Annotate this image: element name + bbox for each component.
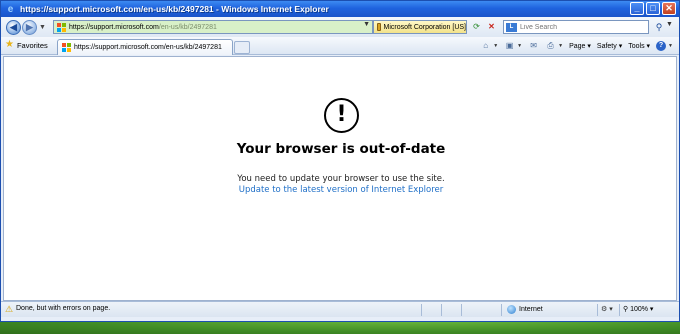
warning-icon[interactable]: ⚠ — [5, 305, 14, 314]
security-zone[interactable]: Internet — [507, 305, 543, 314]
zoom-level[interactable]: ⚲ 100% ▾ — [623, 305, 653, 313]
navigation-bar: ◀ ▶ ▼ https://support.microsoft.com/en-u… — [1, 17, 679, 37]
back-arrow-icon: ◀ — [10, 21, 17, 32]
recent-pages-dropdown[interactable]: ▼ — [39, 24, 46, 31]
search-input[interactable] — [520, 23, 640, 31]
certificate-label: Microsoft Corporation [US] — [383, 23, 466, 31]
favorites-button[interactable]: ★ Favorites — [5, 40, 48, 50]
back-button[interactable]: ◀ — [6, 19, 21, 35]
window-title: https://support.microsoft.com/en-us/kb/2… — [20, 4, 329, 14]
page-heading: Your browser is out-of-date — [236, 141, 446, 157]
command-bar: ★ Favorites https://support.microsoft.co… — [1, 37, 679, 55]
magnifier-icon: ⚲ — [655, 22, 663, 32]
window-controls: _ □ ✕ — [630, 2, 676, 15]
safety-menu[interactable]: Safety ▾ — [597, 42, 622, 50]
stop-button[interactable]: ✕ — [485, 21, 498, 33]
close-button[interactable]: ✕ — [662, 2, 676, 15]
security-report-button[interactable]: Microsoft Corporation [US] — [373, 20, 467, 34]
browser-window: e https://support.microsoft.com/en-us/kb… — [0, 0, 680, 322]
status-bar: ⚠ Done, but with errors on page. Interne… — [1, 301, 679, 317]
home-dropdown[interactable]: ▼ — [493, 43, 498, 49]
new-tab-button[interactable] — [234, 41, 250, 54]
windows-flag-icon — [57, 22, 66, 32]
minimize-button[interactable]: _ — [630, 2, 644, 15]
update-ie-link[interactable]: Update to the latest version of Internet… — [4, 185, 678, 195]
tools-menu[interactable]: Tools ▾ — [628, 42, 650, 50]
stop-icon: ✕ — [488, 22, 495, 31]
tab-label: https://support.microsoft.com/en-us/kb/2… — [74, 44, 222, 51]
status-divider — [501, 304, 502, 316]
favorites-star-icon: ★ — [5, 39, 14, 50]
windows-flag-icon — [62, 43, 71, 52]
status-divider — [421, 304, 422, 316]
title-bar: e https://support.microsoft.com/en-us/kb… — [1, 1, 679, 17]
help-dropdown[interactable]: ▼ — [668, 43, 673, 49]
favorites-label: Favorites — [16, 40, 48, 50]
globe-icon — [507, 305, 516, 314]
mail-icon[interactable]: ✉ — [528, 40, 539, 51]
maximize-button[interactable]: □ — [646, 2, 660, 15]
refresh-icon: ⟳ — [473, 22, 480, 31]
forward-arrow-icon: ▶ — [26, 21, 33, 32]
address-url[interactable]: https://support.microsoft.com/en-us/kb/2… — [69, 24, 217, 31]
padlock-icon — [377, 23, 381, 31]
help-icon[interactable]: ? — [656, 40, 667, 51]
address-bar[interactable]: https://support.microsoft.com/en-us/kb/2… — [53, 20, 373, 34]
ie-logo-icon: e — [7, 3, 14, 15]
search-options-dropdown[interactable]: ▼ — [666, 21, 673, 28]
zone-label: Internet — [519, 306, 543, 313]
search-button[interactable]: ⚲ — [652, 20, 666, 34]
refresh-button[interactable]: ⟳ — [470, 21, 483, 33]
status-text[interactable]: Done, but with errors on page. — [16, 305, 110, 312]
page-menu[interactable]: Page ▾ — [569, 42, 591, 50]
feeds-icon[interactable]: ▣ — [504, 40, 515, 51]
command-buttons: ⌂ ▼ ▣ ▼ ✉ ⎙ ▼ Page ▾ Safety ▾ Tools ▾ ? ▼ — [480, 40, 673, 51]
status-divider — [441, 304, 442, 316]
tab-current[interactable]: https://support.microsoft.com/en-us/kb/2… — [57, 39, 233, 55]
address-dropdown[interactable]: ▼ — [363, 21, 370, 28]
protected-mode-button[interactable]: ⚙ ▾ — [601, 305, 613, 313]
live-search-icon: L — [506, 22, 517, 32]
print-dropdown[interactable]: ▼ — [558, 43, 563, 49]
status-divider — [461, 304, 462, 316]
alert-circle-icon: ! — [324, 98, 359, 133]
status-divider — [619, 304, 620, 316]
status-divider — [597, 304, 598, 316]
home-icon[interactable]: ⌂ — [480, 40, 491, 51]
page-content: ! Your browser is out-of-date You need t… — [3, 56, 677, 301]
search-box[interactable]: L — [503, 20, 649, 34]
print-icon[interactable]: ⎙ — [545, 40, 556, 51]
forward-button[interactable]: ▶ — [22, 19, 37, 35]
feeds-dropdown[interactable]: ▼ — [517, 43, 522, 49]
update-message: You need to update your browser to use t… — [237, 174, 445, 184]
